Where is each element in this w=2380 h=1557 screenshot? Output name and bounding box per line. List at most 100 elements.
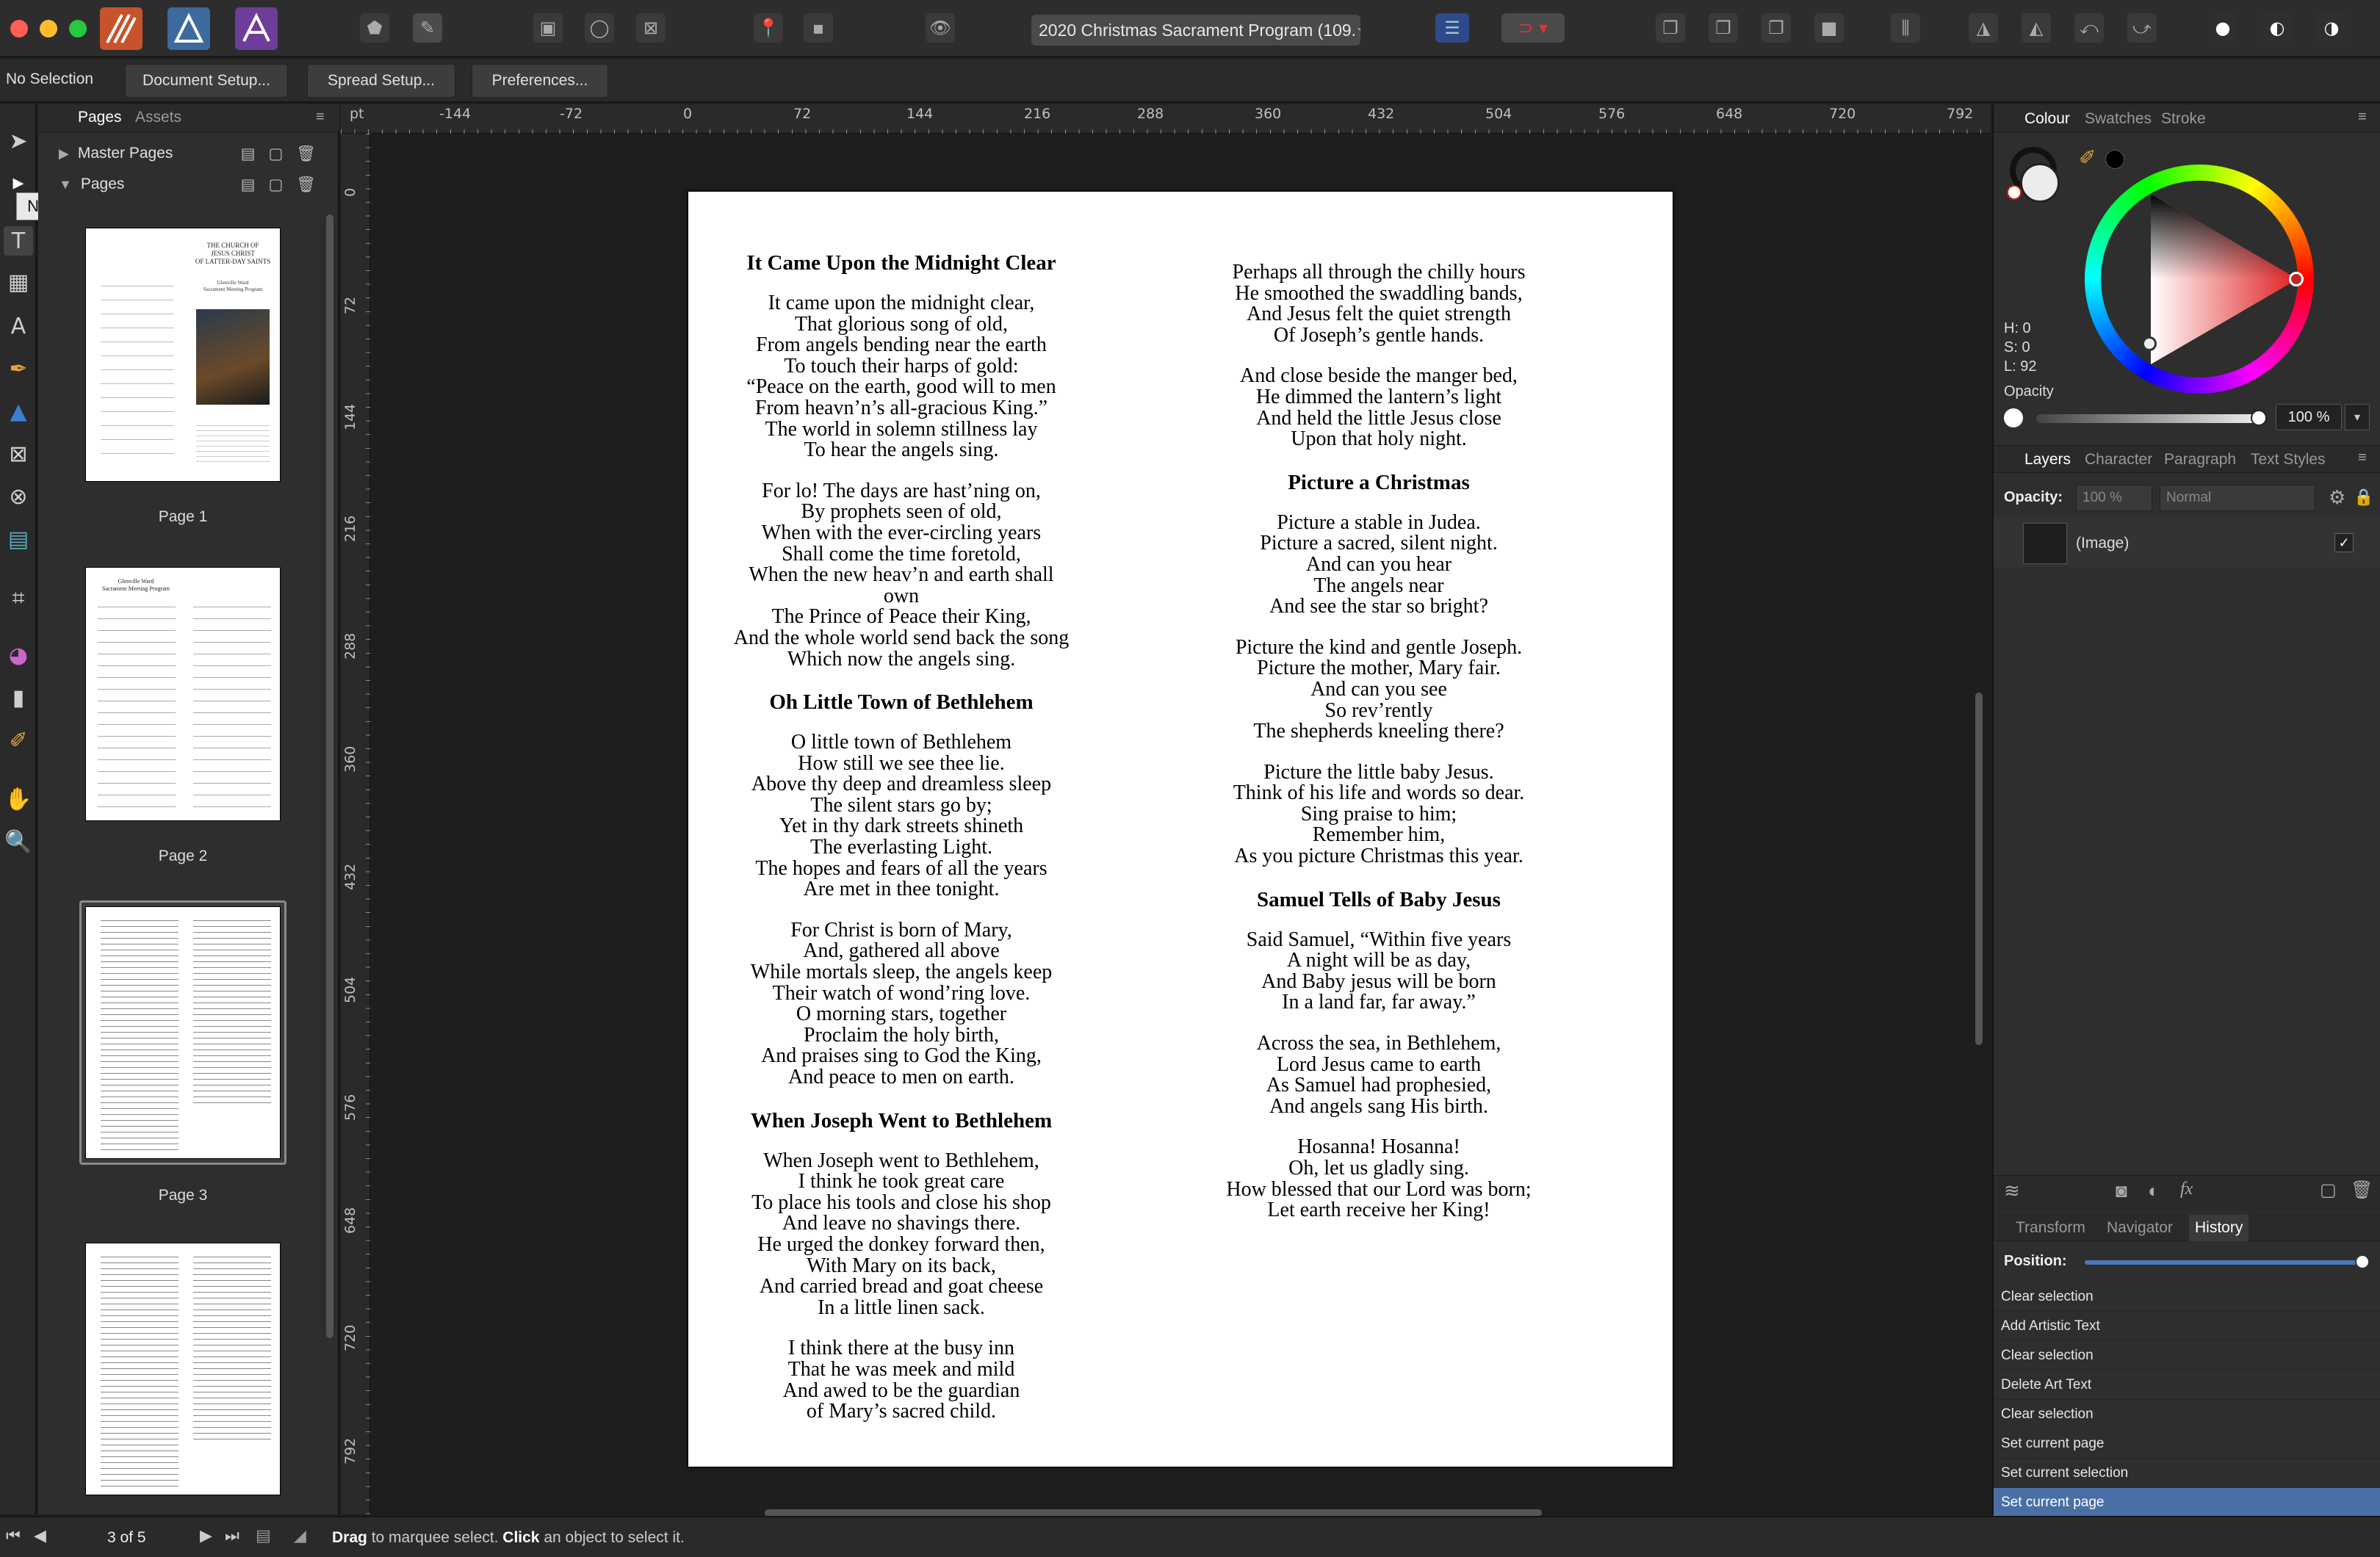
tab-transform[interactable]: Transform (2016, 1215, 2085, 1241)
spread-setup-button[interactable]: Spread Setup... (307, 64, 455, 98)
collapse-arrow-icon[interactable]: ▼ (59, 177, 72, 192)
colour-picker-marker[interactable] (2142, 336, 2157, 351)
first-page-icon[interactable]: ⏮ (6, 1526, 21, 1545)
page-actions-icon[interactable]: ▤▢🗑 (241, 176, 329, 194)
mask-layer-icon[interactable]: ◙ (2116, 1180, 2127, 1202)
photo-persona-icon[interactable] (235, 7, 278, 50)
tab-navigator[interactable]: Navigator (2107, 1215, 2173, 1241)
picture-frame-ellipse-icon[interactable]: ◯ (585, 13, 614, 43)
history-item[interactable]: Set current page (1994, 1488, 2380, 1517)
panel-menu-icon[interactable]: ≡ (2358, 449, 2367, 466)
history-item[interactable]: Set current page (1994, 1429, 2380, 1459)
document-page[interactable]: It Came Upon the Midnight Clear It came u… (688, 191, 1673, 1467)
move-tool-icon[interactable]: ➤ (4, 126, 33, 156)
hand-tool-icon[interactable]: ✋ (4, 784, 33, 814)
pages-row[interactable]: ▼ Pages ▤▢🗑 (38, 169, 339, 200)
color-picker-tool-icon[interactable]: ✐ (4, 726, 33, 755)
table-tool-icon[interactable]: ▦ (4, 267, 33, 297)
pen-tool-icon[interactable]: ✒ (4, 354, 33, 383)
flip-vertical-icon[interactable]: ◭ (2022, 13, 2051, 43)
page-1-thumbnail[interactable]: THE CHURCH OF JESUS CHRIST OF LATTER-DAY… (85, 228, 281, 482)
page-4-thumbnail[interactable] (85, 1243, 281, 1495)
page-options-icon[interactable]: ▤ (256, 1526, 271, 1545)
right-text-column[interactable]: Perhaps all through the chilly hours He … (1210, 192, 1548, 1241)
rectangle-frame-tool-icon[interactable]: ⊠ (4, 439, 33, 469)
transparency-tool-icon[interactable]: ▮ (4, 683, 33, 712)
designer-persona-icon[interactable] (167, 7, 210, 50)
next-page-icon[interactable]: ▶ (200, 1526, 212, 1545)
master-page-actions-icon[interactable]: ▤▢🗑 (241, 145, 329, 163)
preview-eye-icon[interactable]: 👁 (926, 13, 955, 43)
tab-colour[interactable]: Colour (2024, 106, 2070, 132)
picture-frame-rect-icon[interactable]: ⊠ (636, 13, 666, 43)
horizontal-ruler[interactable]: pt -144 -72 0 72 144 216 288 360 432 504… (341, 104, 1991, 134)
fx-icon[interactable]: fx (2180, 1180, 2193, 1199)
view-mode-icon[interactable]: ☰ (1435, 13, 1469, 43)
history-item[interactable]: Clear selection (1994, 1400, 2380, 1429)
arrange-back-icon[interactable]: ❐ (1656, 13, 1685, 43)
boolean-intersect-icon[interactable]: ◑ (2317, 13, 2346, 43)
previous-page-icon[interactable]: ◀ (34, 1526, 46, 1545)
document-title-field[interactable]: 2020 Christmas Sacrament Program (109. ★ (1031, 15, 1360, 46)
artistic-text-tool-icon[interactable]: A (4, 311, 33, 341)
crop-tool-icon[interactable]: ⌗ (4, 583, 33, 613)
close-window-button[interactable] (10, 20, 28, 37)
frame-text-tool-icon[interactable]: T (4, 226, 33, 256)
opacity-slider-thumb[interactable] (2251, 410, 2267, 426)
snapping-magnet-icon[interactable]: ⊃ ▾ (1501, 13, 1565, 43)
preferences-button[interactable]: Preferences... (472, 64, 608, 98)
history-item[interactable]: Clear selection (1994, 1341, 2380, 1370)
panel-menu-icon[interactable]: ≡ (316, 109, 325, 126)
place-image-tool-icon[interactable]: ▤ (4, 524, 33, 554)
arrange-backward-icon[interactable]: ❐ (1709, 13, 1738, 43)
colour-triangle[interactable] (2101, 181, 2298, 377)
last-page-icon[interactable]: ⏭ (225, 1526, 239, 1545)
minimize-window-button[interactable] (40, 20, 57, 37)
vertical-ruler[interactable]: 0 72 144 216 288 360 432 504 576 648 720… (341, 134, 370, 1514)
history-item[interactable]: Set current selection (1994, 1459, 2380, 1488)
picked-colour-swatch[interactable] (2105, 150, 2124, 169)
ellipse-frame-tool-icon[interactable]: ⊗ (4, 482, 33, 511)
tab-text-styles[interactable]: Text Styles (2251, 447, 2326, 473)
page-3-thumbnail[interactable] (85, 906, 281, 1159)
fill-tool-icon[interactable]: ◕ (4, 640, 33, 670)
document-setup-button[interactable]: Document Setup... (125, 64, 288, 98)
rotate-right-icon[interactable]: ⤻ (2127, 13, 2157, 43)
pages-scrollbar[interactable] (326, 214, 333, 1338)
history-position-slider[interactable] (2085, 1260, 2365, 1265)
master-pages-row[interactable]: ▶ Master Pages ▤▢🗑 (38, 138, 339, 169)
delete-layer-icon[interactable]: 🗑 (2351, 1180, 2373, 1201)
pin-icon[interactable]: 📍 (754, 13, 783, 43)
hue-marker[interactable] (2289, 272, 2304, 286)
expand-arrow-icon[interactable]: ▶ (59, 146, 69, 162)
eyedropper-icon[interactable]: ✐ (2079, 145, 2096, 170)
tab-paragraph[interactable]: Paragraph (2164, 447, 2236, 473)
zoom-window-button[interactable] (69, 20, 87, 37)
tab-layers[interactable]: Layers (2024, 447, 2071, 473)
blend-mode-select[interactable]: Normal (2160, 485, 2315, 511)
fill-swatch[interactable] (2020, 163, 2060, 203)
tab-stroke[interactable]: Stroke (2161, 106, 2206, 132)
no-fill-icon[interactable] (2007, 185, 2022, 200)
history-position-thumb[interactable] (2355, 1254, 2370, 1269)
shape-tool-icon[interactable]: ▲ (4, 397, 33, 426)
history-item[interactable]: Delete Art Text (1994, 1370, 2380, 1400)
layer-visibility-checkbox[interactable]: ✓ (2334, 533, 2354, 552)
add-layer-icon[interactable]: ▢ (2320, 1180, 2337, 1201)
tab-swatches[interactable]: Swatches (2085, 106, 2152, 132)
page-2-thumbnail[interactable]: Glenville Ward Sacrament Meeting Program (85, 567, 281, 821)
pen-mode-icon[interactable]: ✎ (413, 13, 442, 43)
place-image-icon[interactable]: ▪ (804, 13, 833, 43)
align-icon[interactable]: ⫼ (1891, 13, 1920, 43)
text-frame-icon[interactable]: ▣ (533, 13, 563, 43)
adjustment-icon[interactable]: ◐ (2148, 1180, 2160, 1202)
publisher-persona-icon[interactable] (100, 7, 143, 50)
tab-assets[interactable]: Assets (135, 104, 181, 131)
zoom-tool-icon[interactable]: 🔍 (4, 827, 33, 856)
layer-settings-gear-icon[interactable]: ⚙ (2329, 486, 2345, 509)
tab-character[interactable]: Character (2085, 447, 2152, 473)
history-item[interactable]: Clear selection (1994, 1282, 2380, 1312)
rotate-left-icon[interactable]: ⤺ (2074, 13, 2104, 43)
layer-lock-icon[interactable]: 🔒 (2354, 488, 2373, 507)
opacity-dropdown-icon[interactable]: ▾ (2345, 404, 2370, 430)
